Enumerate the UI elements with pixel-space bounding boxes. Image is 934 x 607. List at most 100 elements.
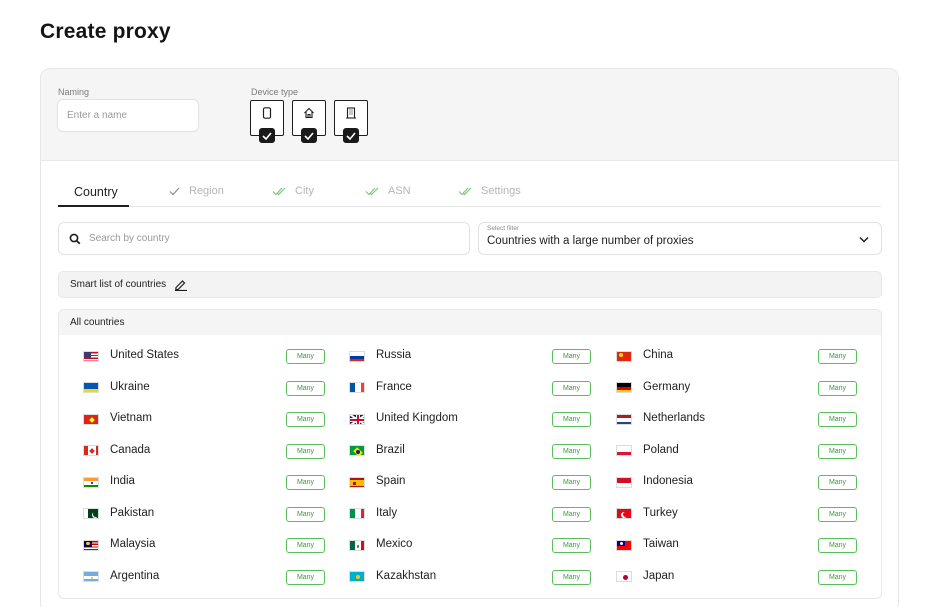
country-name: Canada [110,443,151,456]
office-building-icon [346,107,356,119]
checkmark-icon [346,131,356,140]
tab-region[interactable]: Region [169,185,224,207]
proxy-count-badge[interactable]: Many [552,443,591,459]
country-name: Malaysia [110,538,156,550]
proxy-count-badge[interactable]: Many [818,412,857,427]
search-input[interactable] [89,223,459,254]
proxy-count-badge[interactable]: Many [818,538,857,553]
naming-label: Naming [58,87,90,97]
proxy-count-badge[interactable]: Many [552,475,591,490]
smart-list-bar[interactable]: Smart list of countries [58,271,882,298]
country-item-us[interactable]: United States [83,346,313,366]
device-datacenter-checkbox[interactable] [343,128,359,143]
proxy-count-badge[interactable]: Many [818,569,857,585]
flag-us-icon [83,350,99,362]
country-item-tr[interactable]: Turkey [616,504,846,524]
tab-city[interactable]: City [272,185,314,207]
country-item-de[interactable]: Germany [616,378,846,398]
proxy-count-badge[interactable]: Many [818,475,857,490]
country-name: Netherlands [643,412,706,424]
device-residential-checkbox[interactable] [301,128,317,143]
flag-de-icon [616,382,632,393]
country-item-ar[interactable]: Argentina [83,567,313,587]
tab-settings[interactable]: Settings [458,185,521,207]
proxy-count-badge[interactable]: Many [286,349,325,364]
all-countries-panel: All countries United States Many Russia Man… [58,309,882,599]
country-item-ru[interactable]: Russia [349,346,579,366]
country-name: Taiwan [643,538,679,550]
country-name: Spain [376,475,406,487]
flag-jp-icon [616,571,632,582]
country-item-cn[interactable]: China [616,346,846,366]
country-item-mx[interactable]: Mexico [349,535,579,555]
proxy-count-badge[interactable]: Many [552,569,591,585]
country-item-my[interactable]: Malaysia [83,535,313,555]
country-item-jp[interactable]: Japan [616,567,846,587]
country-item-id[interactable]: Indonesia [616,472,846,492]
proxy-count-badge[interactable]: Many [286,412,325,427]
country-name: Italy [376,506,398,519]
country-item-ca[interactable]: Canada [83,441,313,461]
proxy-count-badge[interactable]: Many [552,506,591,522]
country-name: Indonesia [643,475,693,487]
flag-nl-icon [616,413,632,425]
double-check-icon [458,187,472,196]
checkmark-icon [304,131,314,140]
checkmark-icon [262,131,272,140]
country-item-es[interactable]: Spain [349,472,579,492]
proxy-count-badge[interactable]: Many [552,538,591,553]
proxy-count-badge[interactable]: Many [818,506,857,522]
proxy-count-badge[interactable]: Many [552,349,591,364]
country-item-it[interactable]: Italy [349,504,579,524]
proxy-count-badge[interactable]: Many [818,380,857,396]
filter-select[interactable]: Select filter Countries with a large num… [478,222,882,255]
step-tabs: Country Region City ASN Settings [58,185,881,207]
tab-label: ASN [388,185,411,197]
proxy-count-badge[interactable]: Many [818,443,857,459]
country-item-nl[interactable]: Netherlands [616,409,846,429]
flag-es-icon [349,476,365,488]
country-item-pk[interactable]: Pakistan [83,504,313,524]
smart-list-label: Smart list of countries [70,279,167,290]
country-name: Argentina [110,569,160,582]
country-item-in[interactable]: India [83,472,313,492]
country-item-gb[interactable]: United Kingdom [349,409,579,429]
tab-asn[interactable]: ASN [365,185,411,207]
country-item-kz[interactable]: Kazakhstan [349,567,579,587]
flag-id-icon [616,476,632,488]
proxy-count-badge[interactable]: Many [286,380,325,396]
country-item-pl[interactable]: Poland [616,441,846,461]
country-name: Vietnam [110,412,152,424]
proxy-count-badge[interactable]: Many [552,380,591,396]
country-search [58,222,470,255]
country-name: United Kingdom [376,412,458,424]
tab-country[interactable]: Country [74,185,118,207]
tab-label: Country [74,185,118,199]
flag-pl-icon [616,445,632,456]
proxy-count-badge[interactable]: Many [286,443,325,459]
country-item-ua[interactable]: Ukraine [83,378,313,398]
tab-label: Settings [481,185,521,197]
device-mobile-checkbox[interactable] [259,128,275,143]
proxy-count-badge[interactable]: Many [286,538,325,553]
flag-ua-icon [83,382,99,393]
country-name: Mexico [376,538,413,550]
country-name: Germany [643,380,691,393]
country-item-tw[interactable]: Taiwan [616,535,846,555]
pencil-icon[interactable] [174,278,188,291]
country-item-br[interactable]: Brazil [349,441,579,461]
double-check-icon [272,187,286,196]
search-icon [69,233,81,245]
device-type-label: Device type [251,87,299,97]
proxy-count-badge[interactable]: Many [818,349,857,364]
country-name: India [110,475,135,487]
proxy-count-badge[interactable]: Many [286,475,325,490]
check-icon [169,187,180,196]
proxy-count-badge[interactable]: Many [552,412,591,427]
country-item-vn[interactable]: Vietnam [83,409,313,429]
flag-vn-icon [83,413,99,425]
proxy-count-badge[interactable]: Many [286,506,325,522]
country-item-fr[interactable]: France [349,378,579,398]
proxy-count-badge[interactable]: Many [286,569,325,585]
name-input[interactable] [57,99,199,132]
